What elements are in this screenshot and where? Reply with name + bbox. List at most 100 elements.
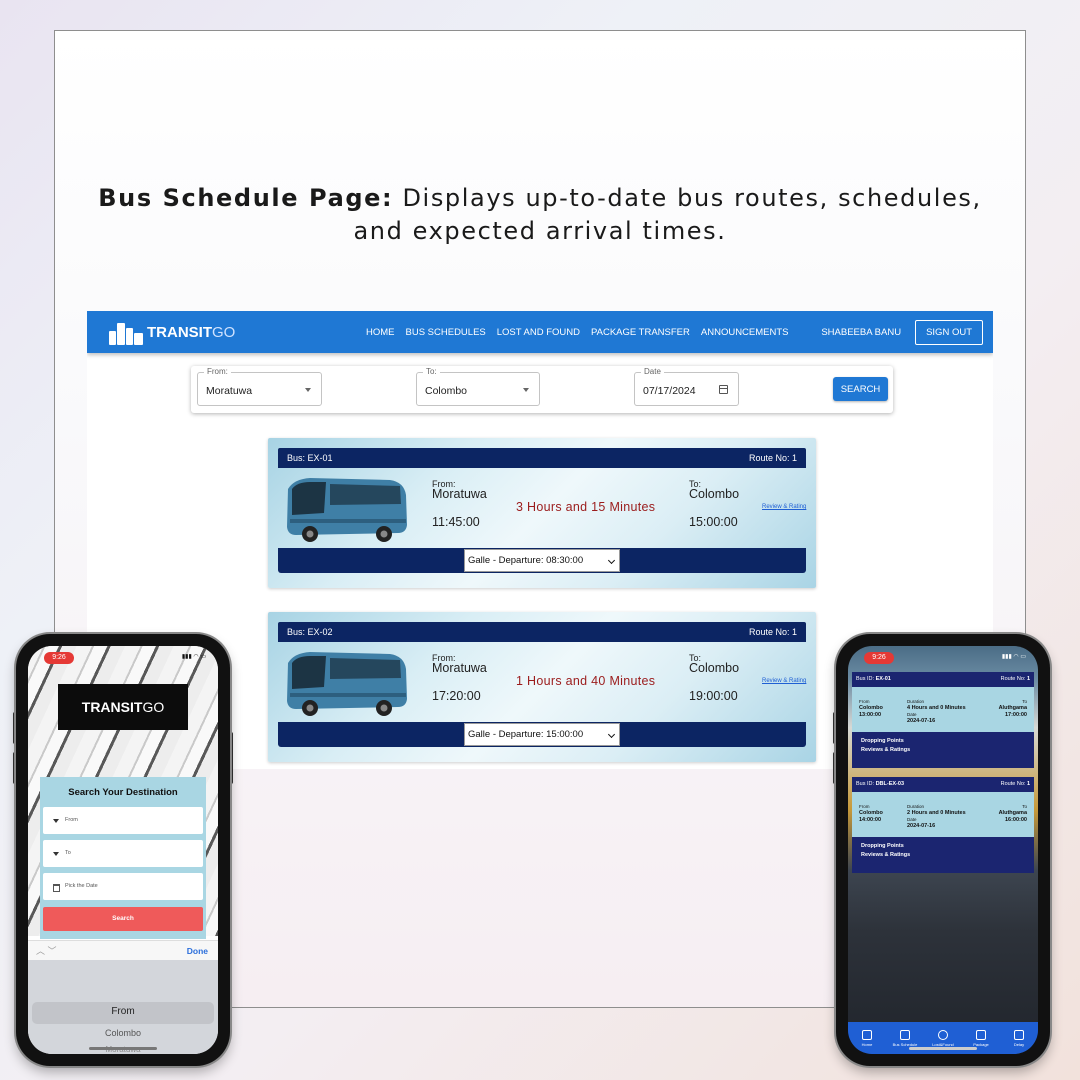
signal-wifi-battery-icon: ▮▮▮ ◠ ▭ [181,654,206,660]
home-icon [862,1029,872,1040]
bus-logo-icon [107,319,145,345]
to-city: Colombo [689,487,740,501]
bus-card: Bus: EX-01 Route No: 1 From: Moratuwa 11… [268,438,816,588]
sign-out-button[interactable]: SIGN OUT [915,319,983,345]
brand-logo[interactable]: TRANSITGO [107,319,337,345]
bus-id: Bus ID: EX-01 [856,676,891,682]
page-caption: Bus Schedule Page: Displays up-to-date b… [90,182,990,248]
chevron-down-icon [523,388,529,392]
mobile-bus-card[interactable]: Bus ID: EX-01 Route No: 1 From Colombo 1… [852,672,1034,768]
duration: 4 Hours and 0 Minutes [907,705,966,711]
mobile-card-body: From Colombo 14:00:00 Duration 2 Hours a… [852,792,1034,837]
nav-lost-and-found[interactable]: LOST AND FOUND [497,327,580,338]
signal-wifi-battery-icon: ▮▮▮ ◠ ▭ [1001,654,1026,660]
trip-date: 2024-07-16 [907,823,936,829]
to-dropdown[interactable]: To [43,840,203,867]
calendar-icon[interactable] [719,385,728,394]
stops-select[interactable]: Galle - Departure: 08:30:00 [464,549,620,572]
to-label: To [1022,699,1027,704]
user-name[interactable]: SHABEEBA BANU [821,327,901,338]
bus-card-footer: Galle - Departure: 15:00:00 [278,722,806,747]
top-navbar: TRANSITGO HOME BUS SCHEDULES LOST AND FO… [87,311,993,353]
status-time: 9:26 [864,652,894,664]
departure-time: 17:20:00 [432,689,481,703]
from-city: Moratuwa [432,487,487,501]
home-indicator [909,1047,977,1050]
search-panel-title: Search Your Destination [68,787,178,798]
bus-image [287,652,407,716]
to-city: Colombo [689,661,740,675]
left-phone: 9:26 ▮▮▮ ◠ ▭ TRANSIT GO Search Your Desti… [16,634,230,1066]
nav-package-transfer[interactable]: PACKAGE TRANSFER [591,327,690,338]
to-select[interactable]: To: Colombo [416,367,540,406]
wheel-picker[interactable]: From Colombo Moratuwa [28,960,218,1054]
from-label: From [859,699,870,704]
right-phone-screen: 9:26 ▮▮▮ ◠ ▭ Bus ID: EX-01 Route No: 1 F… [848,646,1038,1054]
reviews-ratings-link[interactable]: Reviews & Ratings [861,746,910,755]
from-label: From: [204,367,231,376]
delay-icon [1014,1029,1024,1040]
tab-package[interactable]: Package [963,1029,999,1047]
mobile-card-body: From Colombo 13:00:00 Duration 4 Hours a… [852,687,1034,732]
dropping-points-link[interactable]: Dropping Points [861,737,910,746]
from-dropdown[interactable]: From [43,807,203,834]
status-time: 9:26 [44,652,74,664]
nav-home[interactable]: HOME [366,327,395,338]
date-label: Date [907,817,917,822]
duration-label: Duration [907,804,925,809]
bus-id: Bus ID: DBL-EX-03 [856,781,904,787]
bus-card-header: Bus: EX-01 Route No: 1 [278,448,806,468]
tab-delay[interactable]: Delay [1001,1029,1037,1047]
picker-option[interactable]: Colombo [28,1028,218,1038]
search-button[interactable]: SEARCH [833,377,888,401]
nav-announcements[interactable]: ANNOUNCEMENTS [701,327,789,338]
duration-label: Duration [907,699,925,704]
departure-time: 14:00:00 [859,817,882,823]
mobile-card-links: Dropping Points Reviews & Ratings [861,842,910,860]
dropping-points-link[interactable]: Dropping Points [861,842,910,851]
tab-bus-schedule[interactable]: Bus Schedule [887,1029,923,1047]
caption-bold: Bus Schedule Page: [98,184,394,212]
reviews-ratings-link[interactable]: Reviews & Ratings [861,851,910,860]
trip-duration: 3 Hours and 15 Minutes [516,500,656,514]
picker-option[interactable]: From [28,1006,218,1017]
to-value: Colombo [425,385,468,397]
from-city: Colombo [859,810,883,816]
date-picker-field[interactable]: Pick the Date [43,873,203,900]
chevron-down-icon [305,388,311,392]
mobile-search-button[interactable]: Search [43,907,203,931]
left-phone-screen: 9:26 ▮▮▮ ◠ ▭ TRANSIT GO Search Your Desti… [28,646,218,1054]
bus-icon [900,1029,910,1040]
date-label: Date [907,712,917,717]
chevron-up-down-icon[interactable]: ︿ ﹀ [36,944,57,957]
caption-text: Displays up-to-date bus routes, schedule… [353,184,982,245]
from-label: From [859,804,870,809]
from-city: Colombo [859,705,883,711]
date-field[interactable]: Date 07/17/2024 [634,367,739,406]
trip-duration: 1 Hours and 40 Minutes [516,674,656,688]
from-value: Moratuwa [206,385,253,397]
departure-time: 13:00:00 [859,712,882,718]
arrival-time: 19:00:00 [689,689,738,703]
stops-select[interactable]: Galle - Departure: 15:00:00 [464,723,620,746]
trip-date: 2024-07-16 [907,718,936,724]
date-value: 07/17/2024 [643,385,696,397]
bus-image [287,478,407,542]
review-rating-link[interactable]: Review & Rating [762,678,806,684]
departure-time: 11:45:00 [432,515,480,529]
nav-bus-schedules[interactable]: BUS SCHEDULES [406,327,486,338]
review-rating-link[interactable]: Review & Rating [762,504,806,510]
search-bar: From: Moratuwa To: Colombo Date 07/17/20… [191,366,893,413]
brand-text: TRANSITGO [147,323,236,341]
route-number: Route No: 1 [748,627,797,637]
from-select[interactable]: From: Moratuwa [197,367,322,406]
home-indicator [89,1047,157,1050]
bus-card-footer: Galle - Departure: 08:30:00 [278,548,806,573]
from-city: Moratuwa [432,661,487,675]
done-button[interactable]: Done [187,946,208,956]
to-city: Aluthgama [998,810,1027,816]
route-number: Route No: 1 [1000,781,1030,787]
tab-home[interactable]: Home [849,1029,885,1047]
tab-lost-found[interactable]: Lost&Found [925,1029,961,1047]
mobile-bus-card[interactable]: Bus ID: DBL-EX-03 Route No: 1 From Colom… [852,777,1034,873]
